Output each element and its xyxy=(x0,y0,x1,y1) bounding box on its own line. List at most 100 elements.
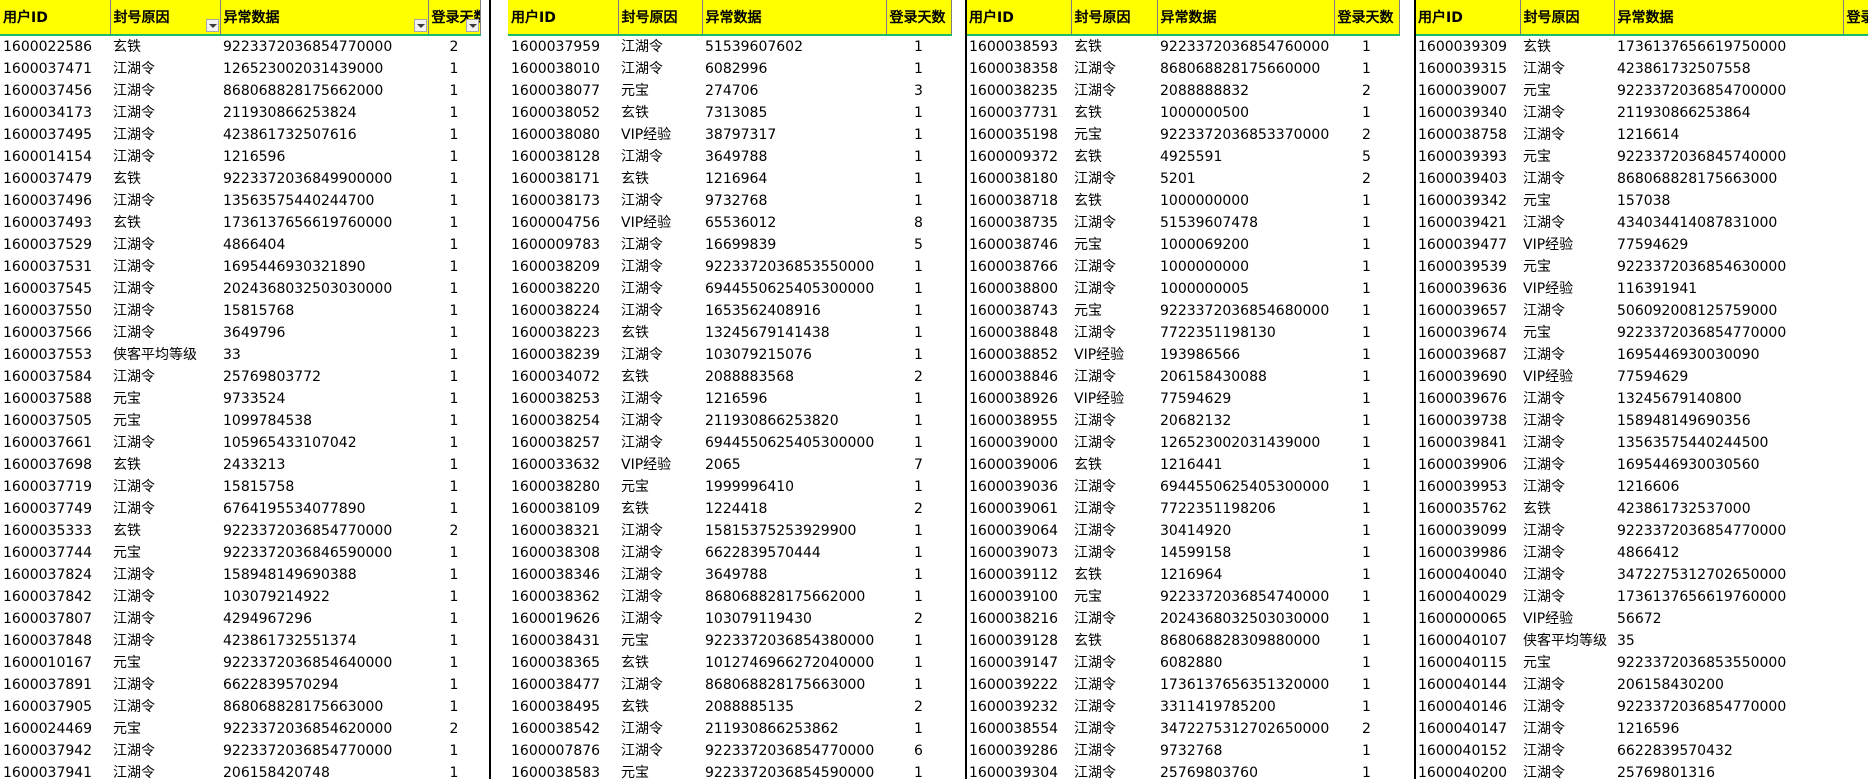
ban-reason-cell[interactable]: 江湖令 xyxy=(110,256,220,278)
ban-reason-cell[interactable]: 江湖令 xyxy=(1071,322,1157,344)
anomaly-data-cell[interactable]: 2088888832 xyxy=(1157,80,1334,102)
login-days-cell[interactable]: 1 xyxy=(428,344,480,366)
anomaly-data-cell[interactable]: 13563575440244500 xyxy=(1614,432,1843,454)
login-days-cell[interactable]: 1 xyxy=(428,630,480,652)
ban-reason-cell[interactable]: 江湖令 xyxy=(1071,674,1157,696)
user-id-cell[interactable]: 1600039222 xyxy=(966,674,1071,696)
user-id-cell[interactable]: 1600039690 xyxy=(1415,366,1520,388)
user-id-cell[interactable]: 1600038542 xyxy=(508,718,618,740)
user-id-cell[interactable]: 1600035333 xyxy=(0,520,110,542)
column-header[interactable]: 登录天数 xyxy=(1843,0,1868,35)
login-days-cell[interactable]: 1 xyxy=(1334,432,1399,454)
ban-reason-cell[interactable]: 江湖令 xyxy=(110,124,220,146)
user-id-cell[interactable]: 1600039112 xyxy=(966,564,1071,586)
login-days-cell[interactable]: 2 xyxy=(886,498,951,520)
user-id-cell[interactable]: 1600039676 xyxy=(1415,388,1520,410)
user-id-cell[interactable]: 1600037842 xyxy=(0,586,110,608)
ban-reason-cell[interactable]: 江湖令 xyxy=(110,432,220,454)
ban-reason-cell[interactable]: 江湖令 xyxy=(1520,58,1614,80)
ban-reason-cell[interactable]: 江湖令 xyxy=(110,476,220,498)
anomaly-data-cell[interactable]: 6944550625405300000 xyxy=(702,432,886,454)
anomaly-data-cell[interactable]: 6622839570444 xyxy=(702,542,886,564)
anomaly-data-cell[interactable]: 6944550625405300000 xyxy=(702,278,886,300)
user-id-cell[interactable]: 1600037584 xyxy=(0,366,110,388)
column-header[interactable]: 异常数据 xyxy=(220,0,428,35)
login-days-cell[interactable]: 1 xyxy=(428,168,480,190)
anomaly-data-cell[interactable]: 1999996410 xyxy=(702,476,886,498)
ban-reason-cell[interactable]: 江湖令 xyxy=(1520,212,1614,234)
anomaly-data-cell[interactable]: 6082880 xyxy=(1157,652,1334,674)
user-id-cell[interactable]: 1600038955 xyxy=(966,410,1071,432)
anomaly-data-cell[interactable]: 7722351198206 xyxy=(1157,498,1334,520)
ban-reason-cell[interactable]: 江湖令 xyxy=(618,410,702,432)
anomaly-data-cell[interactable]: 423861732507558 xyxy=(1614,58,1843,80)
anomaly-data-cell[interactable]: 868068828175660000 xyxy=(1157,58,1334,80)
login-days-cell[interactable]: 1 xyxy=(1843,454,1868,476)
anomaly-data-cell[interactable]: 9223372036854680000 xyxy=(1157,300,1334,322)
ban-reason-cell[interactable]: 江湖令 xyxy=(1520,344,1614,366)
ban-reason-cell[interactable]: 元宝 xyxy=(1520,652,1614,674)
login-days-cell[interactable]: 1 xyxy=(1334,344,1399,366)
user-id-cell[interactable]: 1600038216 xyxy=(966,608,1071,630)
user-id-cell[interactable]: 1600033632 xyxy=(508,454,618,476)
login-days-cell[interactable]: 1 xyxy=(886,278,951,300)
user-id-cell[interactable]: 1600037661 xyxy=(0,432,110,454)
login-days-cell[interactable]: 1 xyxy=(1843,410,1868,432)
user-id-cell[interactable]: 1600039147 xyxy=(966,652,1071,674)
user-id-cell[interactable]: 1600038010 xyxy=(508,58,618,80)
ban-reason-cell[interactable]: 江湖令 xyxy=(110,630,220,652)
login-days-cell[interactable]: 1 xyxy=(428,542,480,564)
ban-reason-cell[interactable]: 江湖令 xyxy=(618,58,702,80)
ban-reason-cell[interactable]: 江湖令 xyxy=(110,80,220,102)
anomaly-data-cell[interactable]: 9223372036853550000 xyxy=(1614,652,1843,674)
ban-reason-cell[interactable]: 玄铁 xyxy=(618,366,702,388)
user-id-cell[interactable]: 1600038321 xyxy=(508,520,618,542)
login-days-cell[interactable]: 1 xyxy=(1843,542,1868,564)
ban-reason-cell[interactable]: VIP经验 xyxy=(618,124,702,146)
user-id-cell[interactable]: 1600038848 xyxy=(966,322,1071,344)
login-days-cell[interactable]: 1 xyxy=(1334,35,1399,58)
user-id-cell[interactable]: 1600039340 xyxy=(1415,102,1520,124)
anomaly-data-cell[interactable]: 1216441 xyxy=(1157,454,1334,476)
user-id-cell[interactable]: 1600038253 xyxy=(508,388,618,410)
ban-reason-cell[interactable]: 江湖令 xyxy=(1520,168,1614,190)
user-id-cell[interactable]: 1600037698 xyxy=(0,454,110,476)
login-days-cell[interactable]: 1 xyxy=(1843,564,1868,586)
ban-reason-cell[interactable]: 江湖令 xyxy=(1520,102,1614,124)
user-id-cell[interactable]: 1600038495 xyxy=(508,696,618,718)
anomaly-data-cell[interactable]: 4925591 xyxy=(1157,146,1334,168)
user-id-cell[interactable]: 1600039636 xyxy=(1415,278,1520,300)
user-id-cell[interactable]: 1600038583 xyxy=(508,762,618,784)
user-id-cell[interactable]: 1600038180 xyxy=(966,168,1071,190)
login-days-cell[interactable]: 1 xyxy=(1843,300,1868,322)
anomaly-data-cell[interactable]: 9223372036854770000 xyxy=(1614,520,1843,542)
ban-reason-cell[interactable]: 江湖令 xyxy=(110,762,220,784)
anomaly-data-cell[interactable]: 105965433107042 xyxy=(220,432,428,454)
anomaly-data-cell[interactable]: 868068828175662000 xyxy=(220,80,428,102)
login-days-cell[interactable]: 1 xyxy=(1334,476,1399,498)
anomaly-data-cell[interactable]: 38797317 xyxy=(702,124,886,146)
user-id-cell[interactable]: 1600038846 xyxy=(966,366,1071,388)
login-days-cell[interactable]: 1 xyxy=(1334,696,1399,718)
user-id-cell[interactable]: 1600014154 xyxy=(0,146,110,168)
ban-reason-cell[interactable]: 元宝 xyxy=(1071,586,1157,608)
login-days-cell[interactable]: 1 xyxy=(1334,234,1399,256)
ban-reason-cell[interactable]: 江湖令 xyxy=(110,234,220,256)
anomaly-data-cell[interactable]: 1216596 xyxy=(1614,718,1843,740)
ban-reason-cell[interactable]: 元宝 xyxy=(110,542,220,564)
user-id-cell[interactable]: 1600038365 xyxy=(508,652,618,674)
user-id-cell[interactable]: 1600038852 xyxy=(966,344,1071,366)
ban-reason-cell[interactable]: 元宝 xyxy=(618,630,702,652)
anomaly-data-cell[interactable]: 9223372036846590000 xyxy=(220,542,428,564)
ban-reason-cell[interactable]: 江湖令 xyxy=(110,498,220,520)
anomaly-data-cell[interactable]: 2088883568 xyxy=(702,366,886,388)
ban-reason-cell[interactable]: 江湖令 xyxy=(618,740,702,762)
login-days-cell[interactable]: 1 xyxy=(886,256,951,278)
anomaly-data-cell[interactable]: 158948149690356 xyxy=(1614,410,1843,432)
login-days-cell[interactable]: 1 xyxy=(1334,58,1399,80)
anomaly-data-cell[interactable]: 9732768 xyxy=(1157,740,1334,762)
anomaly-data-cell[interactable]: 1000000005 xyxy=(1157,278,1334,300)
ban-reason-cell[interactable]: 玄铁 xyxy=(110,212,220,234)
login-days-cell[interactable]: 1 xyxy=(886,476,951,498)
login-days-cell[interactable]: 1 xyxy=(1334,212,1399,234)
